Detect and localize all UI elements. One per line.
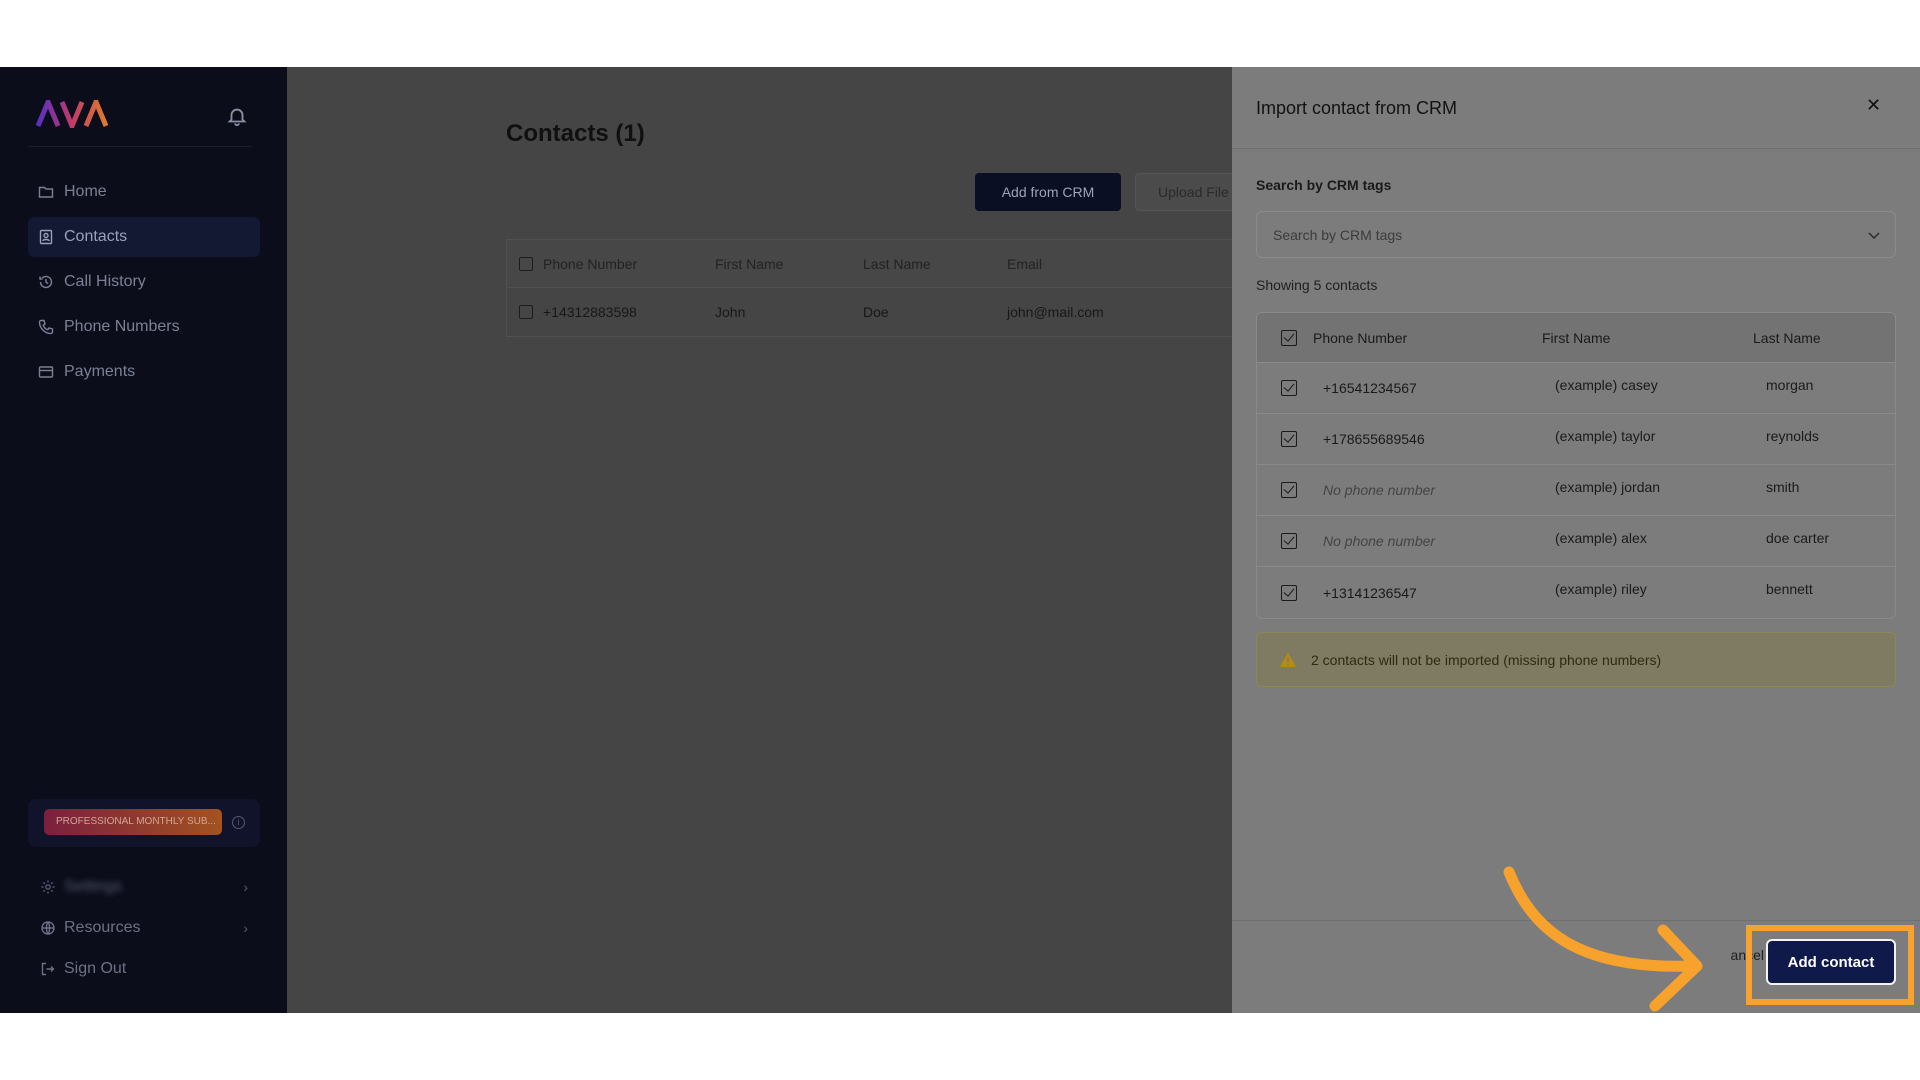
sidebar-item-phone-numbers[interactable]: Phone Numbers <box>28 307 260 347</box>
table-header-row: Phone Number First Name Last Name <box>1257 313 1895 363</box>
settings-item[interactable]: Settings › <box>40 873 260 901</box>
ava-logo <box>36 100 108 128</box>
chevron-down-icon <box>1868 232 1880 240</box>
first-name-cell: (example) taylor <box>1555 428 1656 444</box>
bell-icon[interactable] <box>226 105 248 127</box>
page-title: Contacts (1) <box>506 120 645 147</box>
sidebar-item-label: Contacts <box>64 228 128 245</box>
sidebar-item-label: Phone Numbers <box>64 318 180 335</box>
row-checkbox[interactable] <box>1281 380 1297 396</box>
showing-count: Showing 5 contacts <box>1256 277 1378 293</box>
first-name-cell: (example) jordan <box>1555 479 1661 495</box>
first-name-cell: (example) alex <box>1555 530 1647 546</box>
column-header: Last Name <box>863 255 931 272</box>
dialog-divider <box>1232 148 1920 149</box>
phone-icon <box>38 319 54 335</box>
close-icon[interactable]: ✕ <box>1866 95 1881 116</box>
globe-icon <box>41 921 55 935</box>
select-all-checkbox[interactable] <box>1281 329 1297 346</box>
last-name-cell: smith <box>1766 479 1800 495</box>
sidebar-divider <box>28 146 252 147</box>
sign-out-label: Sign Out <box>64 960 127 977</box>
add-from-crm-button[interactable]: Add from CRM <box>975 173 1121 211</box>
last-name-cell: reynolds <box>1766 428 1819 444</box>
search-label: Search by CRM tags <box>1256 177 1392 193</box>
select-all-checkbox[interactable] <box>519 256 533 271</box>
history-icon <box>39 275 53 289</box>
last-name-cell: doe carter <box>1766 530 1830 546</box>
table-row[interactable]: +13141236547 (example) riley bennett <box>1257 567 1895 618</box>
sidebar-item-home[interactable]: Home <box>28 172 260 212</box>
sidebar-item-label: Call History <box>64 273 146 290</box>
info-icon[interactable]: i <box>232 816 245 829</box>
crm-contacts-table: Phone Number First Name Last Name +16541… <box>1256 312 1896 619</box>
warning-icon <box>1280 652 1296 667</box>
sidebar-item-contacts[interactable]: Contacts <box>28 217 260 257</box>
pointer-arrow-icon <box>1503 866 1703 1012</box>
column-header: First Name <box>715 255 784 272</box>
first-name-cell: (example) casey <box>1555 377 1658 393</box>
crm-tags-select[interactable]: Search by CRM tags <box>1256 211 1896 258</box>
search-placeholder: Search by CRM tags <box>1273 226 1403 243</box>
resources-label: Resources <box>64 919 141 936</box>
column-header: First Name <box>1542 329 1611 346</box>
sidebar-nav: Home Contacts Call History Phone Numbers… <box>28 172 260 397</box>
sidebar: Home Contacts Call History Phone Numbers… <box>0 67 287 1013</box>
column-header: Email <box>1007 255 1043 272</box>
upload-file-button[interactable]: Upload File <box>1135 173 1245 211</box>
table-row[interactable]: No phone number (example) jordan smith <box>1257 465 1895 516</box>
first-name-cell: John <box>715 304 746 320</box>
plan-badge[interactable]: PROFESSIONAL MONTHLY SUB... <box>44 809 222 835</box>
table-row[interactable]: +14312883598 John Doe john@mail.com <box>507 288 1245 336</box>
phone-cell: No phone number <box>1323 482 1436 498</box>
chevron-right-icon: › <box>243 879 248 895</box>
sidebar-item-label: Payments <box>64 363 136 380</box>
sign-out-item[interactable]: Sign Out <box>40 955 260 983</box>
column-header: Last Name <box>1753 329 1821 346</box>
table-header-row: Phone Number First Name Last Name Email <box>507 240 1245 288</box>
first-name-cell: (example) riley <box>1555 581 1647 597</box>
column-header: Phone Number <box>543 255 638 272</box>
resources-item[interactable]: Resources › <box>40 914 260 942</box>
settings-label: Settings <box>64 878 122 895</box>
add-contact-button[interactable]: Add contact <box>1766 939 1896 985</box>
row-checkbox[interactable] <box>519 305 533 319</box>
warning-text: 2 contacts will not be imported (missing… <box>1311 651 1662 668</box>
main-content: Contacts (1) Add from CRM Upload File Ph… <box>287 67 1246 1013</box>
folder-icon <box>38 186 54 198</box>
sidebar-item-call-history[interactable]: Call History <box>28 262 260 302</box>
column-header: Phone Number <box>1313 329 1408 346</box>
row-checkbox[interactable] <box>1281 533 1297 549</box>
last-name-cell: morgan <box>1766 377 1814 393</box>
email-cell: john@mail.com <box>1007 304 1104 320</box>
table-row[interactable]: No phone number (example) alex doe carte… <box>1257 516 1895 567</box>
sign-out-icon <box>41 962 55 976</box>
table-row[interactable]: +16541234567 (example) casey morgan <box>1257 363 1895 414</box>
missing-phone-warning: 2 contacts will not be imported (missing… <box>1256 632 1896 687</box>
row-checkbox[interactable] <box>1281 482 1297 498</box>
sidebar-item-label: Home <box>64 183 107 200</box>
contacts-table: Phone Number First Name Last Name Email … <box>506 239 1246 337</box>
contacts-icon <box>39 229 53 245</box>
last-name-cell: bennett <box>1766 581 1813 597</box>
phone-cell: +16541234567 <box>1323 380 1417 396</box>
row-checkbox[interactable] <box>1281 431 1297 447</box>
plan-card: PROFESSIONAL MONTHLY SUB... i <box>28 799 260 847</box>
row-checkbox[interactable] <box>1281 584 1297 601</box>
phone-cell: +13141236547 <box>1323 584 1417 601</box>
sidebar-item-payments[interactable]: Payments <box>28 352 260 392</box>
phone-cell: +178655689546 <box>1323 431 1425 447</box>
last-name-cell: Doe <box>863 304 889 320</box>
gear-icon <box>41 880 55 894</box>
dialog-title: Import contact from CRM <box>1256 98 1458 118</box>
phone-cell: No phone number <box>1323 533 1436 549</box>
table-row[interactable]: +178655689546 (example) taylor reynolds <box>1257 414 1895 465</box>
chevron-right-icon: › <box>243 920 248 936</box>
card-icon <box>38 366 54 378</box>
phone-cell: +14312883598 <box>543 304 637 320</box>
